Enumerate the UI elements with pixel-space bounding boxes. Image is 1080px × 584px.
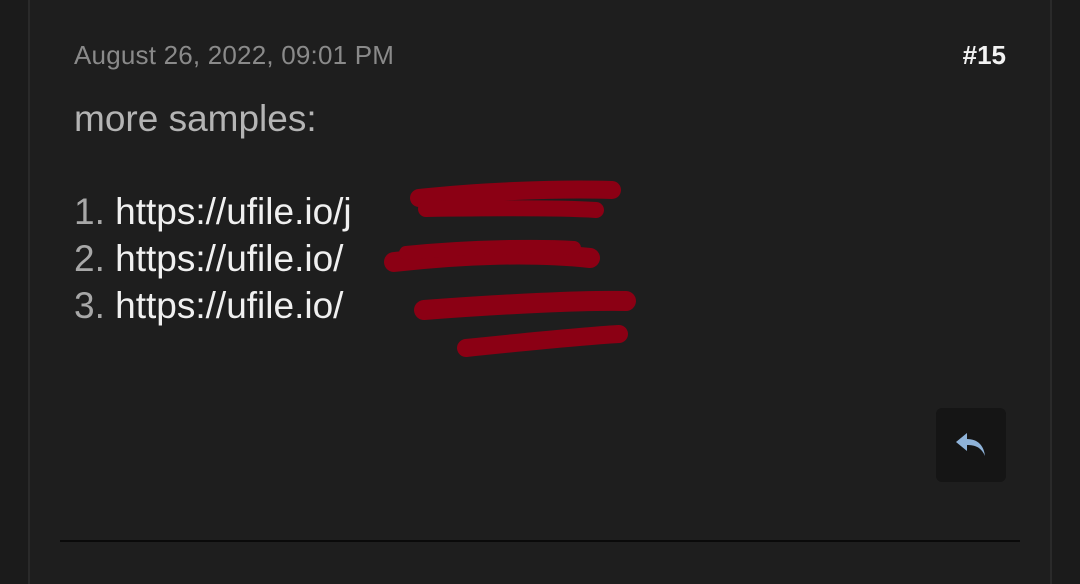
list-item: 3. https://ufile.io/ — [74, 282, 974, 329]
reply-arrow-icon — [956, 433, 985, 456]
list-item-number: 1. — [74, 191, 105, 232]
post-divider — [60, 540, 1020, 542]
post-date: August 26, 2022, 09:01 PM — [74, 40, 395, 70]
post-number-link[interactable]: #15 — [963, 40, 1006, 71]
right-rail — [1050, 0, 1080, 584]
post-intro-text: more samples: — [74, 98, 317, 139]
list-item-number: 2. — [74, 238, 105, 279]
forum-post: August 26, 2022, 09:01 PM #15 more sampl… — [30, 0, 1050, 584]
reply-button[interactable] — [936, 408, 1006, 482]
page-frame: August 26, 2022, 09:01 PM #15 more sampl… — [0, 0, 1080, 584]
post-body: more samples: 1. https://ufile.io/j 2. h… — [74, 96, 974, 357]
list-item: 1. https://ufile.io/j — [74, 188, 974, 235]
link-list: 1. https://ufile.io/j 2. https://ufile.i… — [74, 188, 974, 329]
file-link[interactable]: https://ufile.io/ — [115, 285, 343, 326]
list-item-number: 3. — [74, 285, 105, 326]
file-link[interactable]: https://ufile.io/j — [115, 191, 352, 232]
list-item: 2. https://ufile.io/ — [74, 235, 974, 282]
file-link[interactable]: https://ufile.io/ — [115, 238, 343, 279]
left-rail — [0, 0, 30, 584]
